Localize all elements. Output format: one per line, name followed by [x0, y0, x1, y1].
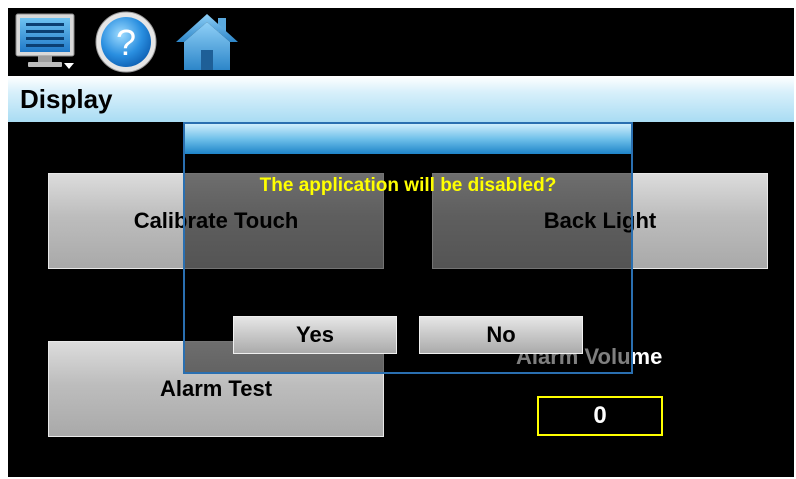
- hmi-screen: ? Display Calibrate Touch Back Light: [8, 8, 794, 477]
- home-icon[interactable]: [174, 10, 240, 74]
- dialog-message: The application will be disabled?: [259, 175, 557, 196]
- no-button[interactable]: No: [419, 316, 583, 354]
- page-title: Display: [20, 84, 113, 114]
- help-icon[interactable]: ?: [94, 10, 158, 74]
- dialog-header: [185, 124, 631, 154]
- toolbar: ?: [8, 8, 794, 76]
- title-bar: Display: [8, 76, 794, 122]
- confirm-dialog: The application will be disabled? Yes No: [183, 122, 633, 374]
- alarm-volume-value[interactable]: 0: [537, 396, 663, 436]
- monitor-menu-icon[interactable]: [14, 10, 78, 72]
- svg-text:?: ?: [116, 22, 136, 63]
- yes-button[interactable]: Yes: [233, 316, 397, 354]
